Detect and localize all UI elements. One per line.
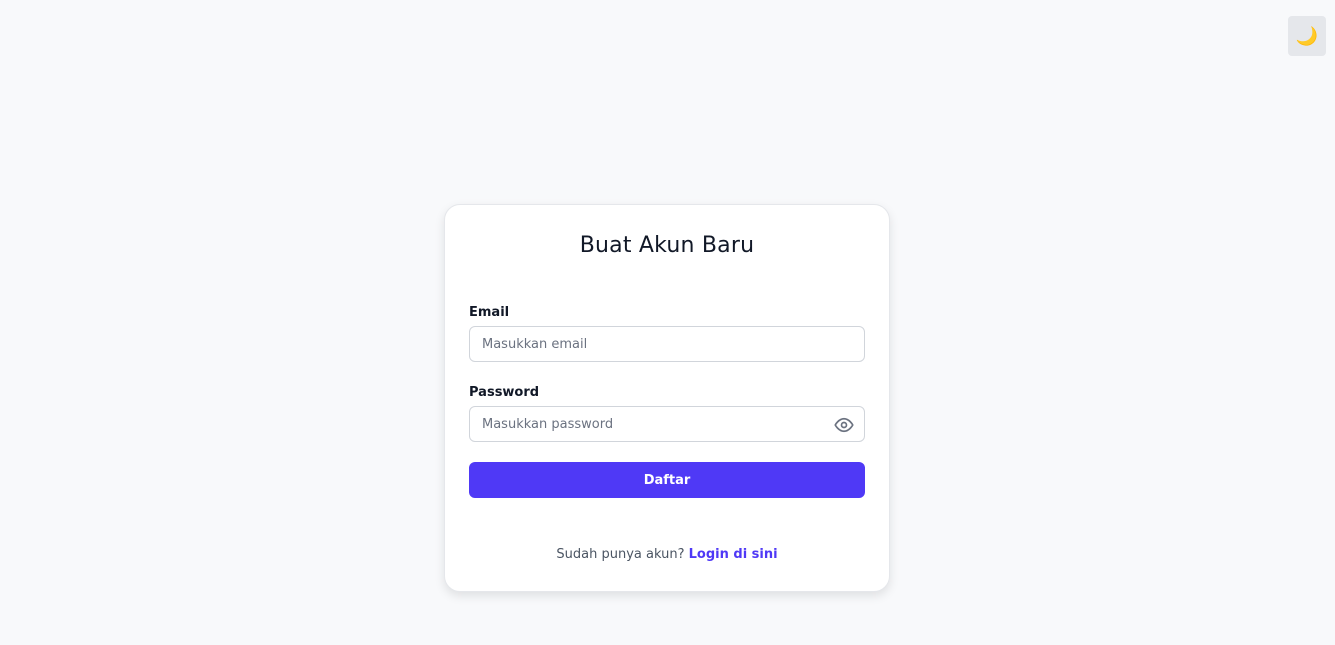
password-field-wrapper [469, 406, 865, 442]
theme-toggle-button[interactable]: 🌙 [1288, 16, 1326, 56]
password-field[interactable] [470, 407, 864, 441]
register-card: Buat Akun Baru Email Password Daftar Sud… [444, 204, 890, 592]
email-field-wrapper [469, 326, 865, 362]
password-label: Password [469, 385, 540, 400]
login-link[interactable]: Login di sini [689, 547, 778, 562]
email-label: Email [469, 305, 510, 320]
register-button[interactable]: Daftar [469, 462, 865, 498]
eye-icon[interactable] [834, 415, 854, 435]
login-prompt-text: Sudah punya akun? [556, 547, 685, 562]
login-prompt: Sudah punya akun? Login di sini [469, 547, 865, 562]
moon-icon: 🌙 [1295, 26, 1319, 46]
page-title: Buat Akun Baru [579, 233, 755, 258]
email-field[interactable] [470, 327, 864, 361]
